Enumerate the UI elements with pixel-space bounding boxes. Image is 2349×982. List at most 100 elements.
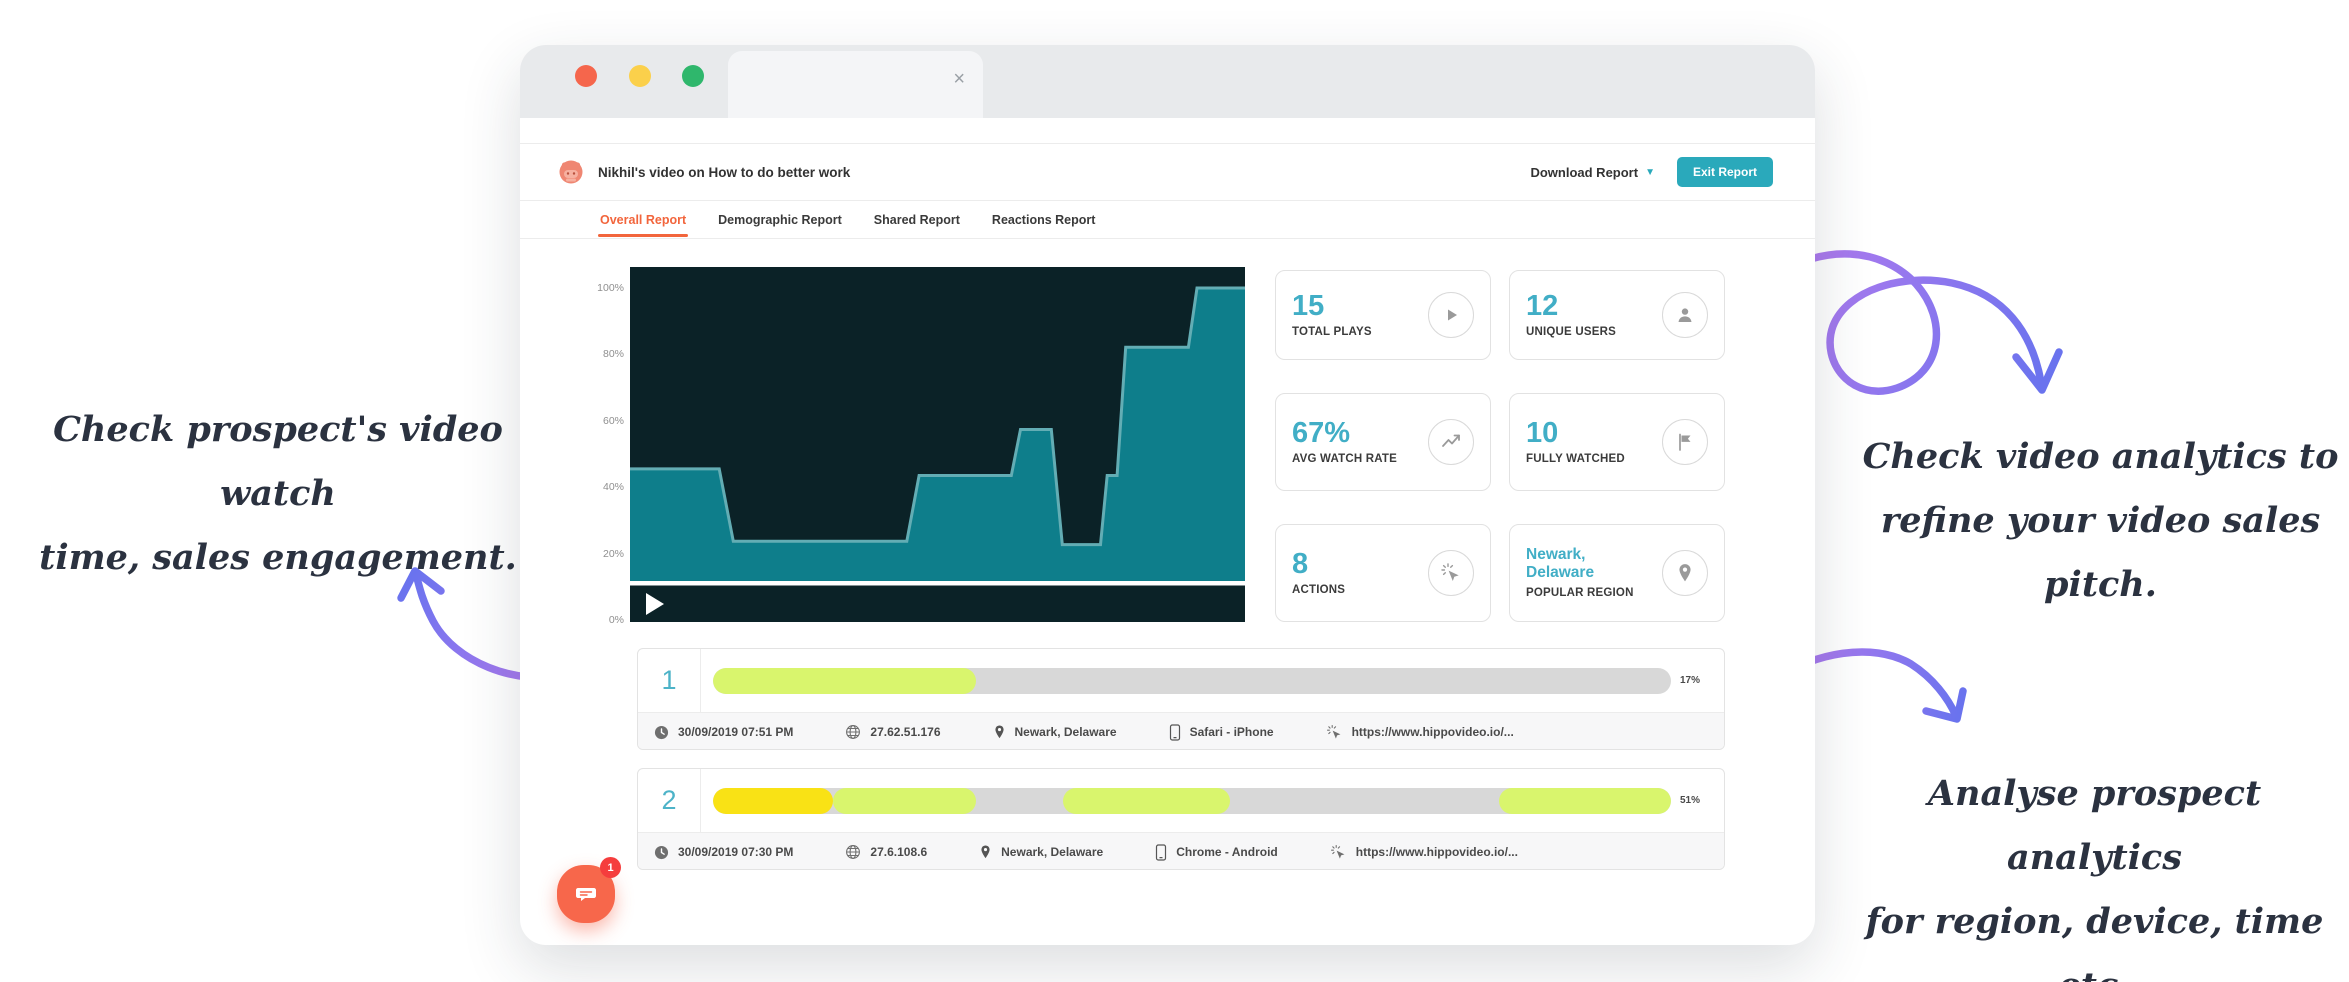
viewer-ip-value: 27.62.51.176: [870, 725, 940, 739]
viewer-source-url[interactable]: https://www.hippovideo.io/...: [1330, 844, 1518, 861]
viewer-ip-value: 27.6.108.6: [870, 845, 927, 859]
close-window-button[interactable]: [575, 65, 597, 87]
stats-grid: 15 TOTAL PLAYS 12 UNIQUE USERS 67%: [1275, 270, 1725, 622]
clock-icon: [654, 845, 669, 860]
stat-card-actions: 8 ACTIONS: [1275, 524, 1491, 622]
browser-chrome: ×: [520, 45, 1815, 118]
watch-time: 30/09/2019 07:51 PM: [654, 725, 793, 740]
browser-window: × Nikhil's video on How to do better wor…: [520, 45, 1815, 945]
viewer-details: 30/09/2019 07:30 PM 27.6.108.6 Newark, D…: [638, 832, 1724, 870]
axis-tick: 40%: [578, 481, 624, 493]
chat-widget-button[interactable]: 1: [557, 865, 615, 923]
trend-icon: [1428, 419, 1474, 465]
globe-icon: [845, 724, 861, 740]
viewer-details: 30/09/2019 07:51 PM 27.62.51.176 Newark,…: [638, 712, 1724, 750]
loop-arrow-head: [2016, 352, 2059, 390]
user-icon: [1662, 292, 1708, 338]
player-play-icon: [646, 593, 664, 615]
viewer-device-value: Chrome - Android: [1176, 845, 1278, 859]
watch-time: 30/09/2019 07:30 PM: [654, 845, 793, 860]
viewer-row[interactable]: 1 17% 30/09/2019 07:51 PM 27.62.51.176: [637, 648, 1725, 750]
maximize-window-button[interactable]: [682, 65, 704, 87]
stat-card-popular-region: Newark, Delaware POPULAR REGION: [1509, 524, 1725, 622]
watch-progress-segment: [833, 788, 977, 814]
viewer-ip: 27.6.108.6: [845, 844, 927, 860]
chat-bubble-icon: [573, 881, 599, 907]
tab-demographic-report[interactable]: Demographic Report: [716, 203, 844, 237]
stat-label: ACTIONS: [1292, 583, 1345, 597]
stat-value: 10: [1526, 418, 1625, 448]
viewer-device-value: Safari - iPhone: [1190, 725, 1274, 739]
axis-tick: 60%: [578, 415, 624, 427]
chevron-down-icon: ▼: [1645, 167, 1655, 178]
annotation-line: for region, device, time etc.: [1840, 890, 2349, 982]
report-tabs: Overall Report Demographic Report Shared…: [520, 202, 1815, 239]
annotation-line: Check video analytics to: [1852, 425, 2349, 489]
right-arrow-head: [1926, 691, 1963, 719]
viewer-row[interactable]: 2 51% 30/09/2019 07:30 PM 27.6.108.6 Ne: [637, 768, 1725, 870]
hippo-logo-icon: [558, 159, 584, 185]
stat-label: FULLY WATCHED: [1526, 452, 1625, 466]
stat-card-unique-users: 12 UNIQUE USERS: [1509, 270, 1725, 360]
annotation-line: time, sales engagement.: [8, 526, 548, 590]
location-pin-icon: [979, 844, 992, 860]
video-player[interactable]: [630, 267, 1245, 622]
stat-value: 67%: [1292, 418, 1397, 448]
annotation-line: refine your video sales pitch.: [1852, 489, 2349, 617]
viewer-index: 2: [638, 769, 701, 832]
mobile-device-icon: [1169, 724, 1181, 741]
watch-progress-segment: [713, 668, 976, 694]
viewer-index: 1: [638, 649, 701, 712]
stat-label: TOTAL PLAYS: [1292, 325, 1372, 339]
watch-progress-bar: [713, 668, 1671, 694]
stat-value: 15: [1292, 291, 1372, 321]
annotation-right-top: Check video analytics to refine your vid…: [1852, 425, 2349, 617]
axis-tick: 100%: [578, 282, 624, 294]
tab-overall-report[interactable]: Overall Report: [598, 203, 688, 237]
viewer-location-value: Newark, Delaware: [1015, 725, 1117, 739]
tab-shared-report[interactable]: Shared Report: [872, 203, 962, 237]
browser-tab[interactable]: ×: [728, 51, 983, 118]
watch-percent-label: 51%: [1680, 795, 1714, 806]
viewer-ip: 27.62.51.176: [845, 724, 940, 740]
tab-reactions-report[interactable]: Reactions Report: [990, 203, 1098, 237]
click-source-icon: [1330, 844, 1347, 861]
report-title: Nikhil's video on How to do better work: [598, 165, 850, 180]
click-source-icon: [1326, 724, 1343, 741]
clock-icon: [654, 725, 669, 740]
stat-card-fully-watched: 10 FULLY WATCHED: [1509, 393, 1725, 491]
stat-card-avg-watch-rate: 67% AVG WATCH RATE: [1275, 393, 1491, 491]
chat-unread-badge: 1: [600, 857, 621, 878]
viewer-location: Newark, Delaware: [979, 844, 1103, 860]
stat-label: POPULAR REGION: [1526, 586, 1634, 600]
stat-value: Newark, Delaware: [1526, 546, 1634, 582]
flag-icon: [1662, 419, 1708, 465]
exit-report-button[interactable]: Exit Report: [1677, 157, 1773, 187]
location-pin-icon: [993, 724, 1006, 740]
annotation-right-bottom: Analyse prospect analytics for region, d…: [1840, 762, 2349, 982]
tab-close-icon[interactable]: ×: [953, 69, 965, 89]
annotation-left: Check prospect's video watch time, sales…: [8, 398, 548, 590]
stat-label: AVG WATCH RATE: [1292, 452, 1397, 466]
globe-icon: [845, 844, 861, 860]
viewer-location: Newark, Delaware: [993, 724, 1117, 740]
viewer-device: Safari - iPhone: [1169, 724, 1274, 741]
viewer-source-url[interactable]: https://www.hippovideo.io/...: [1326, 724, 1514, 741]
axis-tick: 0%: [578, 614, 624, 626]
play-icon: [1428, 292, 1474, 338]
mobile-device-icon: [1155, 844, 1167, 861]
viewer-device: Chrome - Android: [1155, 844, 1278, 861]
download-report-dropdown[interactable]: Download Report ▼: [1530, 165, 1655, 180]
minimize-window-button[interactable]: [629, 65, 651, 87]
download-report-label: Download Report: [1530, 165, 1638, 180]
pin-icon: [1662, 550, 1708, 596]
viewer-url-value[interactable]: https://www.hippovideo.io/...: [1352, 725, 1514, 739]
watch-progress-segment: [713, 788, 833, 814]
marketing-graphic: Check prospect's video watch time, sales…: [0, 0, 2349, 982]
watch-time-value: 30/09/2019 07:51 PM: [678, 725, 793, 739]
viewer-url-value[interactable]: https://www.hippovideo.io/...: [1356, 845, 1518, 859]
stat-value: 12: [1526, 291, 1616, 321]
watch-percent-label: 17%: [1680, 675, 1714, 686]
stat-card-total-plays: 15 TOTAL PLAYS: [1275, 270, 1491, 360]
stat-label: UNIQUE USERS: [1526, 325, 1616, 339]
